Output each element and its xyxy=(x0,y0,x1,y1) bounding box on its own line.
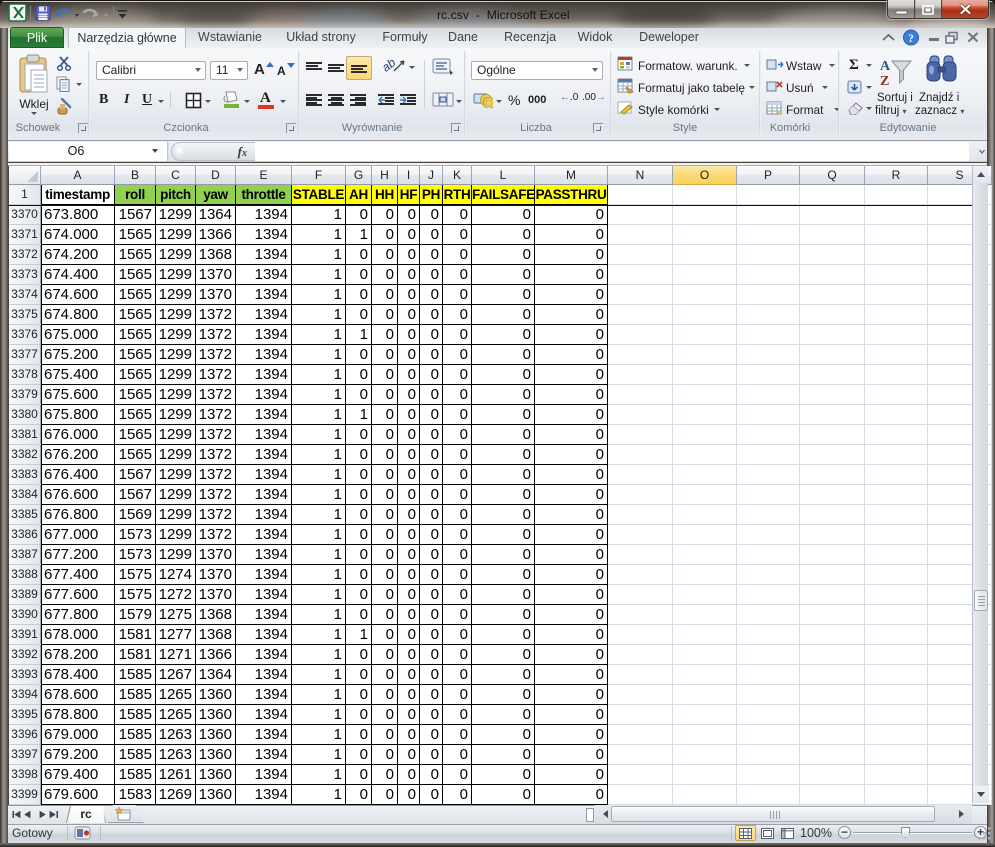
svg-text:A: A xyxy=(880,59,891,74)
svg-text:?: ? xyxy=(908,33,914,45)
svg-text:Z: Z xyxy=(880,74,889,89)
